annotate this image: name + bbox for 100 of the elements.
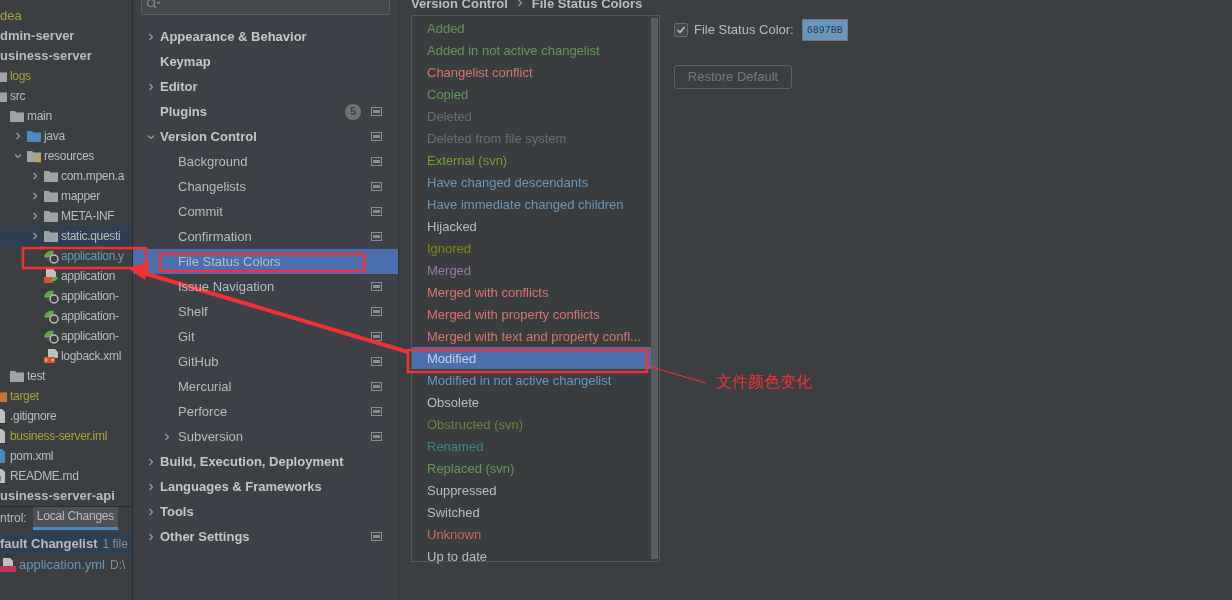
settings-nav-item[interactable]: Commit (133, 199, 398, 224)
settings-nav-item[interactable]: Changelists (133, 174, 398, 199)
status-item[interactable]: Up to date (427, 549, 487, 563)
folder-icon (43, 168, 59, 184)
status-item[interactable]: Switched (427, 505, 480, 519)
tree-item[interactable]: META-INF (61, 207, 115, 225)
settings-nav-item[interactable]: Editor (133, 74, 398, 99)
status-item[interactable]: Merged with property conflicts (427, 307, 600, 321)
settings-nav-item[interactable]: Perforce (133, 399, 398, 424)
tree-item[interactable]: application.y (61, 247, 124, 265)
yml-file-icon (0, 557, 16, 573)
settings-nav-item[interactable]: GitHub (133, 349, 398, 374)
chevron-icon[interactable] (31, 212, 39, 220)
changelist-name[interactable]: fault Changelist (0, 534, 98, 554)
tree-item[interactable]: java (44, 127, 65, 145)
status-item[interactable]: Merged with text and property confl... (427, 329, 641, 343)
search-icon (146, 0, 160, 11)
settings-nav-item[interactable]: Shelf (133, 299, 398, 324)
tree-item[interactable]: resources (44, 147, 94, 165)
tree-item[interactable]: mapper (61, 187, 100, 205)
chevron-icon[interactable] (14, 132, 22, 140)
chevron-icon[interactable] (147, 132, 155, 141)
settings-nav-item[interactable]: Keymap (133, 49, 398, 74)
status-item[interactable]: Suppressed (427, 483, 497, 497)
settings-nav-item[interactable]: Languages & Frameworks (133, 474, 398, 499)
settings-nav-item[interactable]: Other Settings (133, 524, 398, 549)
status-item[interactable]: Ignored (427, 241, 472, 255)
tree-item[interactable]: test (27, 367, 46, 385)
status-item[interactable]: Unknown (427, 527, 482, 541)
status-item[interactable]: Changelist conflict (427, 65, 533, 79)
annotation-note: 文件颜色变化 (716, 372, 812, 392)
status-item[interactable]: Have immediate changed children (427, 197, 624, 211)
tree-item[interactable]: logback.xml (61, 347, 122, 365)
chevron-icon (515, 0, 524, 7)
status-item[interactable]: External (svn) (427, 153, 508, 167)
chevron-icon[interactable] (31, 192, 39, 200)
tree-item[interactable]: README.md (10, 467, 79, 485)
checkbox-label: File Status Color: (694, 21, 794, 40)
resource-folder-icon (26, 148, 42, 164)
tree-item[interactable]: application- (61, 327, 119, 345)
settings-nav-item[interactable]: Git (133, 324, 398, 349)
settings-nav-item[interactable]: Build, Execution, Deployment (133, 449, 398, 474)
status-item[interactable]: Hijacked (427, 219, 477, 233)
settings-nav-item[interactable]: Tools (133, 499, 398, 524)
status-item[interactable]: Added in not active changelist (427, 43, 600, 57)
tree-item[interactable]: src (10, 87, 26, 105)
chevron-icon[interactable] (147, 32, 155, 41)
status-item[interactable]: Added (427, 21, 465, 35)
tree-item[interactable]: business-server.iml (10, 427, 107, 445)
tree-item[interactable]: logs (10, 67, 31, 85)
panel-title: ntrol: (0, 510, 27, 527)
tree-item[interactable]: com.mpen.a (61, 167, 125, 185)
status-item[interactable]: Modified in not active changelist (427, 373, 612, 387)
tree-item[interactable]: .gitignore (10, 407, 57, 425)
status-item[interactable]: Merged (427, 263, 472, 277)
tree-item[interactable]: dea (0, 6, 22, 26)
tree-item[interactable]: pom.xml (10, 447, 54, 465)
tree-item[interactable]: usiness-server (0, 46, 92, 66)
chevron-icon[interactable] (147, 82, 155, 91)
chevron-icon[interactable] (31, 172, 39, 180)
settings-nav-item[interactable]: Background (133, 149, 398, 174)
chevron-icon[interactable] (31, 232, 39, 240)
tree-item[interactable]: application- (61, 287, 119, 305)
chevron-icon[interactable] (147, 507, 155, 516)
chevron-icon[interactable] (163, 432, 171, 441)
folder-icon (43, 208, 59, 224)
chevron-icon[interactable] (147, 482, 155, 491)
settings-nav-item[interactable]: Confirmation (133, 224, 398, 249)
settings-nav-item[interactable]: Appearance & Behavior (133, 24, 398, 49)
chevron-icon[interactable] (14, 152, 22, 160)
status-item[interactable]: Merged with conflicts (427, 285, 549, 299)
settings-nav-item[interactable]: Mercurial (133, 374, 398, 399)
color-swatch[interactable]: 6897BB (801, 19, 848, 41)
chevron-icon[interactable] (147, 457, 155, 466)
folder-icon (43, 188, 59, 204)
chevron-icon[interactable] (147, 532, 155, 541)
settings-nav-item[interactable]: Subversion (133, 424, 398, 449)
status-item[interactable]: Replaced (svn) (427, 461, 515, 475)
panel-tab[interactable]: Local Changes (32, 507, 119, 530)
tree-item[interactable]: application (61, 267, 116, 285)
status-item[interactable]: Copied (427, 87, 469, 101)
leaf-gear-icon (43, 248, 59, 264)
status-item[interactable]: Modified (427, 351, 477, 365)
folder-icon (43, 228, 59, 244)
tree-item[interactable]: dmin-server (0, 26, 75, 46)
xml-file-icon (43, 348, 59, 364)
tree-item[interactable]: target (10, 387, 39, 405)
tree-item[interactable]: usiness-server-api (0, 486, 115, 506)
leaf-gear-icon (43, 328, 59, 344)
tree-item[interactable]: application- (61, 307, 119, 325)
scrollbar[interactable] (651, 18, 658, 559)
file-count: 1 file (102, 536, 128, 553)
checkbox[interactable] (674, 23, 688, 37)
changed-file[interactable]: application.yml (19, 555, 105, 575)
tree-item[interactable]: main (27, 107, 52, 125)
settings-nav-item[interactable]: Version Control (133, 124, 398, 149)
status-item[interactable]: Have changed descendants (427, 175, 589, 189)
leader-line (647, 365, 707, 384)
status-item[interactable]: Obsolete (427, 395, 480, 409)
folder-icon (9, 108, 25, 124)
